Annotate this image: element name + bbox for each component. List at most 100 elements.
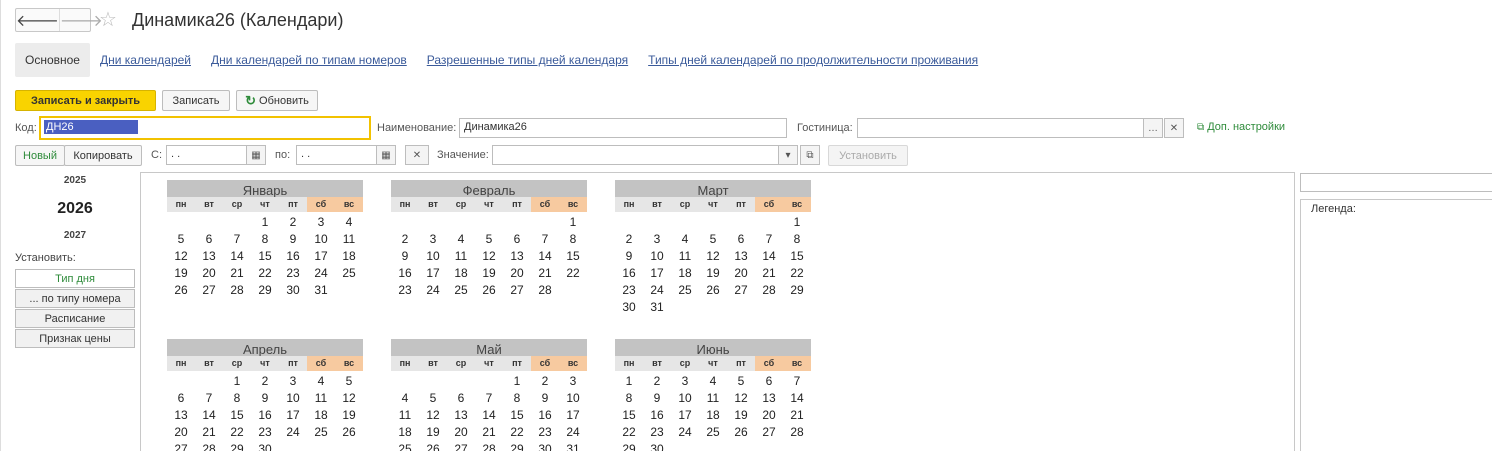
value-field[interactable]: [492, 145, 779, 165]
day-cell[interactable]: 4: [391, 390, 419, 407]
day-cell[interactable]: 30: [251, 441, 279, 451]
day-cell[interactable]: 31: [307, 282, 335, 299]
from-date-field[interactable]: . .: [166, 145, 247, 165]
day-cell[interactable]: 24: [643, 282, 671, 299]
day-cell[interactable]: 14: [223, 248, 251, 265]
day-cell[interactable]: 6: [447, 390, 475, 407]
name-field[interactable]: Динамика26: [459, 118, 787, 138]
day-cell[interactable]: 20: [195, 265, 223, 282]
save-and-close-button[interactable]: Записать и закрыть: [15, 90, 156, 111]
day-cell[interactable]: 4: [699, 373, 727, 390]
day-cell[interactable]: 31: [643, 299, 671, 316]
day-cell[interactable]: 18: [699, 407, 727, 424]
tab-calendar-days-by-room-type[interactable]: Дни календарей по типам номеров: [201, 43, 417, 77]
day-cell[interactable]: 10: [643, 248, 671, 265]
day-cell[interactable]: 25: [671, 282, 699, 299]
day-cell[interactable]: 11: [391, 407, 419, 424]
day-cell[interactable]: 28: [223, 282, 251, 299]
save-button[interactable]: Записать: [162, 90, 230, 111]
day-cell[interactable]: 28: [195, 441, 223, 451]
day-cell[interactable]: 12: [167, 248, 195, 265]
day-cell[interactable]: 23: [251, 424, 279, 441]
back-arrow-icon[interactable]: 🡐: [16, 9, 59, 31]
day-cell[interactable]: 21: [783, 407, 811, 424]
day-cell[interactable]: 20: [503, 265, 531, 282]
tab-allowed-day-types[interactable]: Разрешенные типы дней календаря: [417, 43, 638, 77]
new-button[interactable]: Новый: [15, 145, 65, 166]
day-cell[interactable]: 5: [167, 231, 195, 248]
day-cell[interactable]: 10: [279, 390, 307, 407]
day-cell[interactable]: 15: [783, 248, 811, 265]
day-cell[interactable]: 7: [195, 390, 223, 407]
hotel-field[interactable]: [857, 118, 1144, 138]
day-cell[interactable]: 16: [615, 265, 643, 282]
day-cell[interactable]: 22: [615, 424, 643, 441]
day-cell[interactable]: 13: [195, 248, 223, 265]
day-cell[interactable]: 17: [559, 407, 587, 424]
day-cell[interactable]: 5: [699, 231, 727, 248]
day-cell[interactable]: 15: [503, 407, 531, 424]
day-cell[interactable]: 12: [335, 390, 363, 407]
day-cell[interactable]: 3: [559, 373, 587, 390]
day-cell[interactable]: 16: [391, 265, 419, 282]
day-cell[interactable]: 13: [447, 407, 475, 424]
day-cell[interactable]: 11: [671, 248, 699, 265]
day-cell[interactable]: 2: [279, 214, 307, 231]
day-cell[interactable]: 17: [279, 407, 307, 424]
set-day-type-button[interactable]: Тип дня: [15, 269, 135, 288]
day-cell[interactable]: 10: [671, 390, 699, 407]
day-cell[interactable]: 30: [643, 441, 671, 451]
day-cell[interactable]: 2: [531, 373, 559, 390]
clear-period-icon[interactable]: ✕: [405, 145, 429, 165]
day-cell[interactable]: 27: [167, 441, 195, 451]
day-cell[interactable]: 7: [755, 231, 783, 248]
hotel-clear-icon[interactable]: ✕: [1164, 118, 1184, 138]
day-cell[interactable]: 23: [615, 282, 643, 299]
day-cell[interactable]: 10: [419, 248, 447, 265]
day-cell[interactable]: 1: [559, 214, 587, 231]
refresh-button[interactable]: ↻ Обновить: [236, 90, 318, 111]
prev-year[interactable]: 2025: [15, 175, 135, 186]
day-cell[interactable]: 12: [475, 248, 503, 265]
day-cell[interactable]: 21: [195, 424, 223, 441]
day-cell[interactable]: 8: [503, 390, 531, 407]
day-cell[interactable]: 2: [643, 373, 671, 390]
day-cell[interactable]: 22: [251, 265, 279, 282]
tab-day-types-by-stay-length[interactable]: Типы дней календарей по продолжительност…: [638, 43, 988, 77]
day-cell[interactable]: 18: [671, 265, 699, 282]
day-cell[interactable]: 27: [195, 282, 223, 299]
day-cell[interactable]: 6: [755, 373, 783, 390]
day-cell[interactable]: 4: [447, 231, 475, 248]
day-cell[interactable]: 24: [559, 424, 587, 441]
day-cell[interactable]: 9: [643, 390, 671, 407]
day-cell[interactable]: 5: [335, 373, 363, 390]
from-calendar-icon[interactable]: ▦: [246, 145, 266, 165]
day-cell[interactable]: 19: [475, 265, 503, 282]
day-cell[interactable]: 16: [279, 248, 307, 265]
day-cell[interactable]: 27: [447, 441, 475, 451]
day-cell[interactable]: 31: [559, 441, 587, 451]
day-cell[interactable]: 9: [251, 390, 279, 407]
day-cell[interactable]: 29: [503, 441, 531, 451]
day-cell[interactable]: 15: [615, 407, 643, 424]
day-cell[interactable]: 6: [195, 231, 223, 248]
day-cell[interactable]: 23: [391, 282, 419, 299]
day-cell[interactable]: 8: [223, 390, 251, 407]
day-cell[interactable]: 15: [223, 407, 251, 424]
set-price-flag-button[interactable]: Признак цены: [15, 329, 135, 348]
day-cell[interactable]: 21: [755, 265, 783, 282]
day-cell[interactable]: 27: [755, 424, 783, 441]
day-cell[interactable]: 8: [783, 231, 811, 248]
day-cell[interactable]: 12: [699, 248, 727, 265]
to-calendar-icon[interactable]: ▦: [376, 145, 396, 165]
day-cell[interactable]: 11: [307, 390, 335, 407]
tab-calendar-days[interactable]: Дни календарей: [90, 43, 201, 77]
day-cell[interactable]: 1: [251, 214, 279, 231]
day-cell[interactable]: 27: [727, 282, 755, 299]
day-cell[interactable]: 21: [475, 424, 503, 441]
day-cell[interactable]: 17: [419, 265, 447, 282]
day-cell[interactable]: 7: [531, 231, 559, 248]
day-cell[interactable]: 28: [475, 441, 503, 451]
day-cell[interactable]: 20: [755, 407, 783, 424]
day-cell[interactable]: 27: [503, 282, 531, 299]
